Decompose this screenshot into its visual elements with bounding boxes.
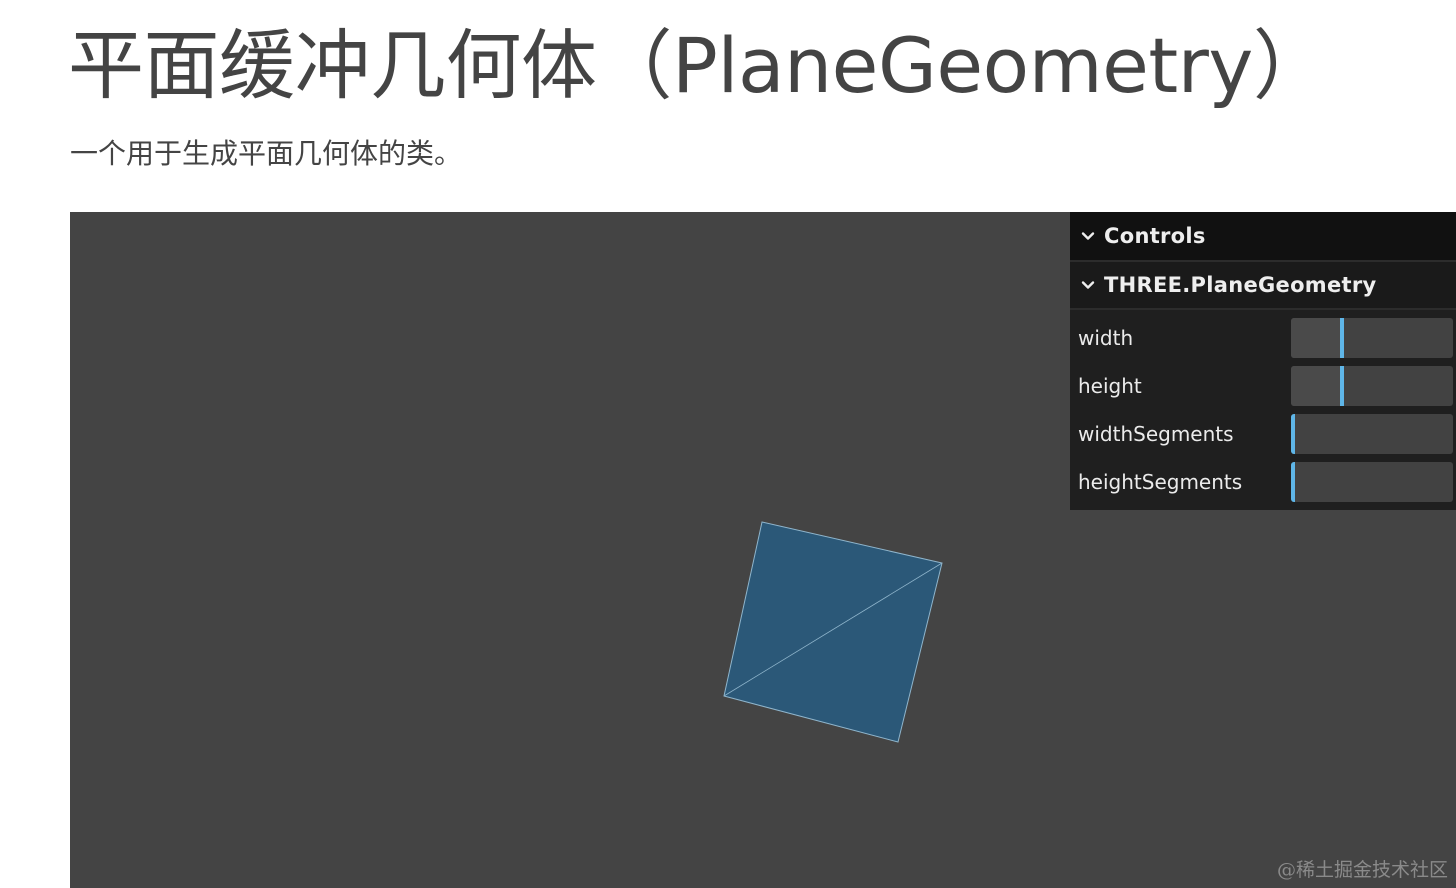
page: 平面缓冲几何体（PlaneGeometry） 一个用于生成平面几何体的类。 Co… [0,0,1456,888]
controller-label: heightSegments [1078,470,1243,494]
controller-label: height [1078,374,1142,398]
controls-title: Controls [1104,224,1206,248]
controller-list: width height widthSegments heightSegment… [1070,310,1456,510]
slider-handle[interactable] [1291,462,1295,502]
render-viewport[interactable]: Controls THREE.PlaneGeometry width heigh [70,212,1456,888]
controller-width-segments: widthSegments [1070,410,1456,458]
width-slider[interactable] [1291,318,1453,358]
height-segments-slider[interactable] [1291,462,1453,502]
folder-title: THREE.PlaneGeometry [1104,273,1377,297]
controls-header[interactable]: Controls [1070,212,1456,262]
controller-height-segments: heightSegments [1070,458,1456,506]
page-title: 平面缓冲几何体（PlaneGeometry） [68,21,1329,110]
slider-fill [1291,318,1340,358]
chevron-down-icon [1076,224,1100,248]
controls-panel: Controls THREE.PlaneGeometry width heigh [1070,212,1456,510]
slider-handle[interactable] [1291,414,1295,454]
controller-label: widthSegments [1078,422,1234,446]
page-description: 一个用于生成平面几何体的类。 [70,137,463,170]
controller-height: height [1070,362,1456,410]
slider-fill [1291,366,1340,406]
slider-handle[interactable] [1340,366,1344,406]
height-slider[interactable] [1291,366,1453,406]
watermark: @稀土掘金技术社区 [1276,859,1448,881]
folder-header-planegeometry[interactable]: THREE.PlaneGeometry [1070,262,1456,310]
controller-width: width [1070,314,1456,362]
slider-handle[interactable] [1340,318,1344,358]
width-segments-slider[interactable] [1291,414,1453,454]
chevron-down-icon [1076,273,1100,297]
controller-label: width [1078,326,1134,350]
